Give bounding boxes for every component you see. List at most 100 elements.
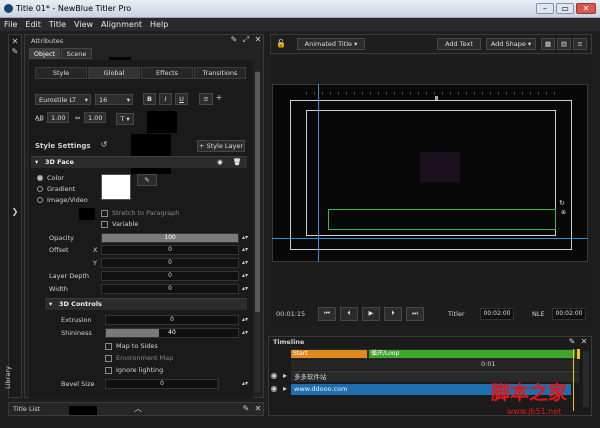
map-to-sides-checkbox[interactable]	[105, 343, 112, 350]
variable-checkbox[interactable]	[101, 221, 108, 228]
track-row-1[interactable]: 0:01	[291, 360, 579, 370]
pin-icon[interactable]: ✎	[567, 337, 577, 347]
text-case-button[interactable]: T ▾	[116, 113, 134, 125]
chevron-up-icon[interactable]: ︿	[133, 404, 143, 414]
pin-icon[interactable]: ✎	[9, 47, 21, 57]
close-button[interactable]: ✕	[576, 3, 596, 14]
expand-arrow-icon[interactable]: ▸	[281, 384, 289, 394]
minimize-button[interactable]: –	[536, 3, 554, 14]
loop-marker-bar[interactable]: 循环/Loop	[369, 350, 575, 358]
bold-button[interactable]: B	[143, 93, 156, 105]
pin-icon[interactable]: ✎	[241, 404, 251, 414]
color-swatch[interactable]	[101, 174, 131, 200]
font-dropdown[interactable]: Eurostile LT ▾	[35, 94, 91, 105]
play-button[interactable]: ▶	[362, 307, 380, 321]
spin-icon[interactable]: ▴▾	[241, 315, 249, 325]
menu-view[interactable]: View	[74, 20, 93, 29]
visibility-eye-icon[interactable]: ◉	[269, 371, 279, 381]
rotate-handle-icon[interactable]: ↻	[559, 199, 567, 207]
spin-icon[interactable]: ▴▾	[241, 328, 249, 338]
spin-icon[interactable]: ▴▾	[241, 284, 249, 294]
attributes-scrollbar[interactable]	[255, 70, 260, 392]
menu-title[interactable]: Title	[49, 20, 66, 29]
subtab-style[interactable]: Style	[35, 67, 87, 79]
close-icon[interactable]: ✕	[253, 35, 263, 45]
library-label[interactable]: Library	[4, 366, 13, 389]
visibility-eye-icon[interactable]: ◉	[217, 157, 223, 168]
offset-y-field[interactable]: 0	[101, 258, 239, 268]
spin-icon[interactable]: ▴▾	[241, 258, 249, 268]
opacity-slider[interactable]: 100	[101, 233, 239, 243]
underline-button[interactable]: U	[175, 93, 188, 105]
subtab-transitions[interactable]: Transitions	[194, 67, 246, 79]
add-icon[interactable]: +	[214, 93, 224, 103]
subtab-effects[interactable]: Effects	[141, 67, 193, 79]
pin-icon[interactable]: ✎	[229, 35, 239, 45]
menu-alignment[interactable]: Alignment	[101, 20, 142, 29]
align-button[interactable]: ≡	[199, 93, 213, 105]
text-box[interactable]	[328, 209, 556, 230]
menu-help[interactable]: Help	[150, 20, 168, 29]
close-icon[interactable]: ✕	[579, 337, 589, 347]
expand-arrow-icon[interactable]: ▸	[281, 371, 289, 381]
bevel-size-field[interactable]: 0	[105, 379, 219, 389]
subtab-global[interactable]: Global	[88, 67, 140, 79]
step-back-button[interactable]: ⏴	[340, 307, 358, 321]
go-to-end-button[interactable]: ⏭	[406, 307, 424, 321]
menu-file[interactable]: File	[4, 20, 17, 29]
safe-area-button[interactable]: ▤	[557, 38, 571, 50]
track-clip-1[interactable]: 多多软件站	[291, 371, 579, 382]
offset-x-field[interactable]: 0	[101, 245, 239, 255]
grid-view-button[interactable]: ▦	[541, 38, 555, 50]
3d-controls-header[interactable]: ▾ 3D Controls	[45, 298, 247, 310]
radio-gradient[interactable]	[37, 186, 43, 192]
shininess-slider[interactable]: 40	[105, 328, 239, 338]
scrollbar-thumb[interactable]	[255, 72, 260, 312]
spin-icon[interactable]: ▴▾	[241, 245, 249, 255]
radio-image-video[interactable]	[37, 197, 43, 203]
go-to-start-button[interactable]: ⏮	[318, 307, 336, 321]
nle-duration-field[interactable]: 00:02:00	[552, 308, 586, 320]
add-text-button[interactable]: Add Text	[437, 38, 481, 50]
layer-depth-field[interactable]: 0	[101, 271, 239, 281]
ignore-lighting-checkbox[interactable]	[105, 367, 112, 374]
spin-icon[interactable]: ▴▾	[241, 271, 249, 281]
tab-object[interactable]: Object	[29, 48, 60, 59]
menu-edit[interactable]: Edit	[25, 20, 41, 29]
lock-icon[interactable]: 🔓	[275, 39, 287, 49]
close-icon[interactable]: ✕	[253, 404, 263, 414]
expand-arrow-icon[interactable]: ❯	[9, 207, 21, 217]
font-size-dropdown[interactable]: 16 ▾	[95, 94, 133, 105]
3d-face-header[interactable]: ▾ 3D Face ◉ 🗑	[31, 156, 247, 168]
tab-scene[interactable]: Scene	[61, 48, 92, 59]
visibility-eye-icon[interactable]: ◉	[269, 384, 279, 394]
undo-icon[interactable]: ↺	[99, 140, 109, 150]
titler-duration-field[interactable]: 00:02:00	[480, 308, 514, 320]
add-style-layer-button[interactable]: + Style Layer	[197, 140, 245, 152]
extrusion-field[interactable]: 0	[105, 315, 239, 325]
expand-icon[interactable]: ⤢	[241, 35, 251, 45]
width-field[interactable]: 0	[101, 284, 239, 294]
trash-icon[interactable]: 🗑	[233, 157, 241, 168]
start-marker-bar[interactable]: Start	[291, 350, 367, 358]
italic-button[interactable]: I	[159, 93, 172, 105]
close-icon[interactable]: ✕	[9, 37, 21, 47]
add-shape-dropdown[interactable]: Add Shape ▾	[486, 38, 536, 50]
menu-button[interactable]: ≡	[573, 38, 587, 50]
stretch-checkbox[interactable]	[101, 210, 108, 217]
environment-map-checkbox[interactable]	[105, 355, 112, 362]
maximize-button[interactable]: ▭	[556, 3, 574, 14]
radio-color[interactable]	[37, 175, 43, 181]
end-marker[interactable]	[577, 349, 580, 359]
canvas-area[interactable]: ↻ ⊕	[270, 56, 592, 302]
title-list-label[interactable]: Title List	[13, 405, 40, 414]
animated-title-dropdown[interactable]: Animated Title ▾	[297, 38, 365, 50]
timeline-ruler[interactable]: Start 循环/Loop	[291, 349, 580, 359]
eyedropper-button[interactable]: ✎	[137, 174, 157, 186]
spin-icon[interactable]: ▴▾	[241, 233, 249, 243]
step-forward-button[interactable]: ⏵	[384, 307, 402, 321]
char-spacing-field[interactable]: 1.00	[84, 112, 106, 123]
canvas-scroll-thumb[interactable]	[435, 96, 438, 100]
line-spacing-field[interactable]: 1.00	[47, 112, 69, 123]
spin-icon[interactable]: ▴▾	[241, 379, 249, 389]
